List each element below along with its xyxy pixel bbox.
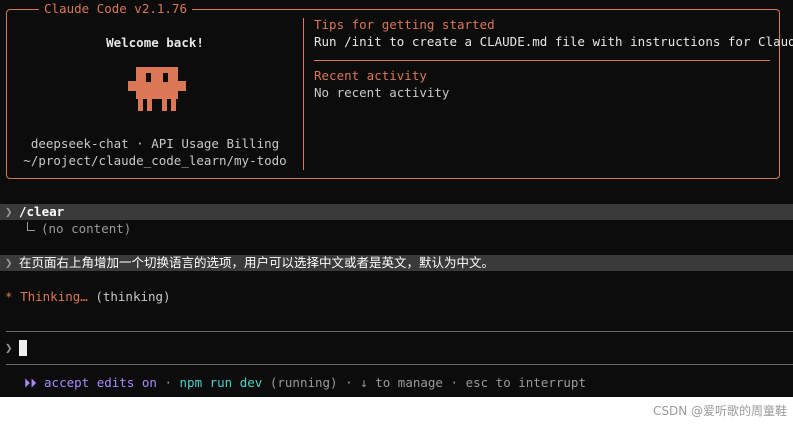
thinking-indicator: * Thinking… (thinking): [5, 289, 171, 305]
recent-activity-text: No recent activity: [314, 85, 450, 100]
status-separator: ·: [450, 375, 459, 390]
status-bar: ⏵⏵ accept edits on · npm run dev (runnin…: [24, 375, 586, 391]
interrupt-hint: esc to interrupt: [465, 375, 586, 390]
prompt-chevron-icon: ❯: [5, 255, 13, 270]
input-prompt-chevron-icon: ❯: [5, 340, 13, 355]
clear-command-text: /clear: [19, 204, 65, 219]
claude-mascot-icon: [128, 67, 186, 111]
thinking-label: Thinking…: [20, 289, 88, 304]
thinking-spinner-icon: *: [5, 289, 13, 304]
background-task-state: (running): [269, 375, 338, 390]
prompt-input[interactable]: [19, 340, 27, 356]
tips-text: Run /init to create a CLAUDE.md file wit…: [314, 34, 793, 49]
welcome-left-column: Welcome back! deepseek-chat · API Usage …: [7, 10, 303, 178]
status-separator: ·: [164, 375, 172, 390]
panel-divider: [303, 18, 304, 170]
recent-activity-heading: Recent activity: [314, 68, 427, 83]
thinking-detail: (thinking): [95, 289, 171, 304]
user-message-row: ❯ 在页面右上角增加一个切换语言的选项，用户可以选择中文或者是英文，默认为中文。: [0, 255, 793, 271]
tips-heading: Tips for getting started: [314, 17, 495, 32]
input-bottom-border: [6, 364, 793, 365]
accept-edits-toggle[interactable]: ⏵⏵ accept edits on: [24, 375, 157, 390]
result-branch-icon: [27, 222, 35, 231]
welcome-greeting: Welcome back!: [106, 35, 204, 50]
welcome-right-column: Tips for getting started Run /init to cr…: [314, 10, 793, 178]
input-top-border: [6, 331, 793, 332]
clear-command-row: ❯ /clear: [0, 204, 793, 220]
user-message-text: 在页面右上角增加一个切换语言的选项，用户可以选择中文或者是英文，默认为中文。: [19, 255, 495, 270]
model-billing-info: deepseek-chat · API Usage Billing: [30, 136, 280, 151]
section-divider: [314, 60, 770, 61]
csdn-watermark: CSDN @爱听歌的周童鞋: [652, 404, 787, 418]
working-directory: ~/project/claude_code_learn/my-todo: [23, 153, 287, 168]
status-separator: ·: [345, 375, 353, 390]
welcome-panel: Claude Code v2.1.76 Welcome back! deepse…: [6, 0, 793, 179]
clear-result: (no content): [27, 221, 131, 237]
prompt-chevron-icon: ❯: [5, 204, 13, 219]
clear-result-text: (no content): [41, 221, 132, 236]
background-task-name: npm run dev: [179, 375, 263, 390]
terminal-window: Claude Code v2.1.76 Welcome back! deepse…: [0, 0, 793, 397]
manage-hint: ↓ to manage: [360, 375, 443, 390]
